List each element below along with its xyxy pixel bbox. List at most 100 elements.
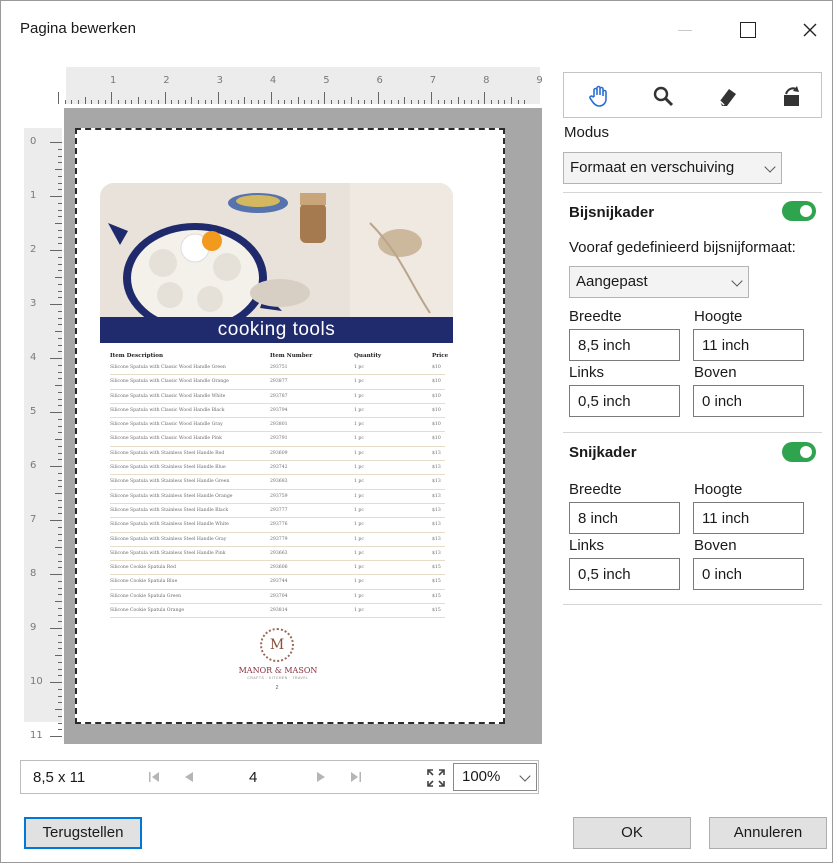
- prev-page-icon[interactable]: [177, 767, 199, 789]
- ruler-tick: [111, 92, 113, 104]
- ruler-tick: [490, 100, 492, 104]
- ruler-tick: [50, 412, 62, 413]
- ruler-tick: [58, 675, 62, 677]
- ruler-tick: [337, 100, 339, 104]
- close-icon[interactable]: [790, 10, 830, 50]
- ruler-tick: [58, 391, 62, 393]
- ruler-tick: [58, 634, 62, 636]
- ruler-tick: [58, 310, 62, 312]
- ruler-label: 5: [323, 75, 330, 86]
- ruler-tick: [58, 162, 62, 164]
- ruler-tick: [58, 513, 62, 515]
- bleed-box-outline[interactable]: [75, 128, 505, 724]
- bleed-toggle[interactable]: [782, 201, 816, 221]
- ruler-tick: [58, 290, 62, 292]
- ruler-tick: [504, 100, 506, 104]
- trim-left-field[interactable]: 0,5 inch: [569, 558, 680, 590]
- ruler-tick: [524, 100, 526, 104]
- ruler-tick: [58, 189, 62, 191]
- minimize-icon[interactable]: [665, 10, 705, 50]
- ruler-tick: [58, 418, 62, 420]
- ruler-label: 3: [30, 298, 37, 309]
- mode-select[interactable]: Formaat en verschuiving: [563, 152, 782, 184]
- ruler-tick: [251, 100, 253, 104]
- zoom-icon[interactable]: [648, 81, 678, 111]
- ruler-tick: [437, 100, 439, 104]
- ruler-tick: [55, 223, 62, 224]
- ruler-tick: [131, 100, 133, 104]
- maximize-icon[interactable]: [728, 10, 768, 50]
- trim-toggle[interactable]: [782, 442, 816, 462]
- eraser-icon[interactable]: [712, 81, 742, 111]
- trim-width-field[interactable]: 8 inch: [569, 502, 680, 534]
- ruler-tick: [58, 351, 62, 353]
- ruler-tick: [304, 100, 306, 104]
- bleed-preset-select[interactable]: Aangepast: [569, 266, 749, 298]
- ruler-tick: [58, 445, 62, 447]
- ruler-tick: [117, 100, 119, 104]
- ruler-tick: [58, 722, 62, 724]
- ruler-tick: [224, 100, 226, 104]
- ruler-tick: [50, 466, 62, 467]
- ruler-tick: [391, 100, 392, 104]
- ruler-tick: [297, 97, 299, 104]
- ruler-tick: [457, 97, 459, 104]
- ruler-label: 3: [216, 75, 223, 86]
- ruler-tick: [84, 97, 86, 104]
- ruler-tick: [58, 344, 62, 346]
- ruler-label: 7: [429, 75, 437, 86]
- bleed-height-field[interactable]: 11 inch: [693, 329, 804, 361]
- ruler-tick: [191, 97, 193, 104]
- ruler-label: 9: [30, 622, 37, 633]
- ruler-tick: [58, 378, 62, 380]
- ruler-tick: [58, 702, 62, 704]
- ruler-tick: [417, 100, 419, 104]
- trim-top-field[interactable]: 0 inch: [693, 558, 804, 590]
- ruler-tick: [517, 100, 519, 104]
- page-size-display: 8,5 x 11: [33, 769, 86, 786]
- chevron-down-icon: [764, 161, 776, 173]
- ruler-label: 7: [30, 514, 37, 525]
- ruler-tick: [64, 100, 66, 104]
- ruler-tick: [50, 196, 62, 197]
- ruler-tick: [58, 486, 62, 488]
- ruler-tick: [244, 97, 246, 104]
- ruler-tick: [424, 100, 426, 104]
- ruler-tick: [58, 364, 62, 366]
- ruler-tick: [171, 100, 173, 104]
- current-page[interactable]: 4: [249, 769, 257, 786]
- ruler-tick: [58, 499, 62, 501]
- next-page-icon[interactable]: [311, 767, 333, 789]
- trim-height-field[interactable]: 11 inch: [693, 502, 804, 534]
- ruler-tick: [50, 358, 62, 359]
- ruler-tick: [58, 560, 62, 562]
- ruler-left: 0 1 2 3 4 5 6 7 8 9 10 11: [24, 128, 62, 741]
- ruler-tick: [124, 100, 126, 104]
- rotate-icon[interactable]: [776, 81, 806, 111]
- ruler-tick: [58, 533, 62, 535]
- ruler-label: 4: [269, 75, 277, 86]
- divider: [563, 192, 822, 193]
- ruler-top: 1 2 3 4 5 6 7 8 9: [58, 67, 543, 104]
- ruler-tick: [58, 371, 62, 373]
- fit-to-window-icon[interactable]: [425, 767, 447, 789]
- reset-button[interactable]: Terugstellen: [24, 817, 142, 849]
- bleed-width-field[interactable]: 8,5 inch: [569, 329, 680, 361]
- bleed-width-label: Breedte: [569, 308, 622, 325]
- ruler-tick: [204, 100, 206, 104]
- ruler-tick: [55, 547, 62, 548]
- ruler-tick: [257, 100, 259, 104]
- first-page-icon[interactable]: [143, 767, 165, 789]
- ruler-label: 11: [30, 730, 43, 741]
- ok-button[interactable]: OK: [573, 817, 691, 849]
- bleed-title: Bijsnijkader: [569, 204, 655, 221]
- zoom-select[interactable]: 100%: [453, 763, 537, 791]
- cancel-button[interactable]: Annuleren: [709, 817, 827, 849]
- last-page-icon[interactable]: [345, 767, 367, 789]
- bleed-left-field[interactable]: 0,5 inch: [569, 385, 680, 417]
- ruler-tick: [404, 97, 406, 104]
- ruler-tick: [477, 100, 479, 104]
- ruler-tick: [470, 100, 472, 104]
- bleed-top-field[interactable]: 0 inch: [693, 385, 804, 417]
- hand-icon[interactable]: [584, 81, 614, 111]
